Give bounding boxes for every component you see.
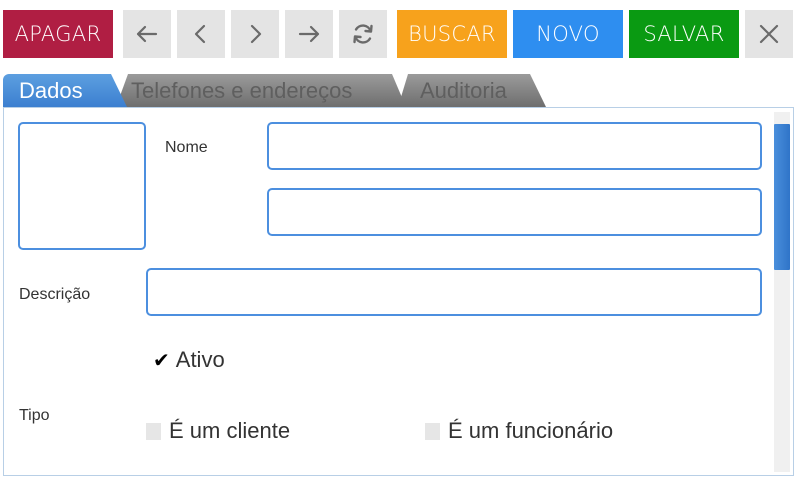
new-button[interactable]: NOVO (513, 10, 623, 58)
toolbar: APAGAR BUSCAR NOVO SALVAR (0, 0, 799, 70)
photo-box[interactable] (18, 122, 146, 250)
tab-auditoria-label: Auditoria (420, 77, 507, 103)
chevron-right-icon (250, 24, 262, 44)
first-record-button[interactable] (123, 10, 171, 58)
scrollbar-thumb[interactable] (774, 124, 790, 270)
delete-button[interactable]: APAGAR (3, 10, 113, 58)
employee-checkbox[interactable]: É um funcionário (425, 418, 613, 444)
search-button-label: BUSCAR (408, 22, 496, 46)
name-label: Nome (165, 139, 208, 156)
delete-button-label: APAGAR (14, 22, 102, 46)
close-icon (759, 24, 779, 44)
name-secondary-field[interactable] (267, 188, 762, 236)
client-checkbox-box (146, 422, 161, 440)
check-icon: ✔ (153, 349, 170, 372)
tab-auditoria[interactable]: Auditoria (398, 74, 546, 107)
previous-record-button[interactable] (177, 10, 225, 58)
client-checkbox[interactable]: É um cliente (146, 418, 290, 444)
tab-telefones-enderecos-label: Telefones e endereços (131, 77, 353, 103)
refresh-icon (353, 24, 373, 44)
client-label: É um cliente (169, 418, 291, 443)
search-button[interactable]: BUSCAR (397, 10, 507, 58)
active-label: Ativo (175, 347, 225, 372)
vertical-scrollbar[interactable] (774, 112, 790, 472)
active-checkbox[interactable]: ✔ Ativo (153, 347, 225, 373)
new-button-label: NOVO (536, 22, 600, 46)
close-button[interactable] (745, 10, 793, 58)
tab-bar: Auditoria Telefones e endereços Dados (0, 74, 799, 108)
type-label: Tipo (19, 407, 50, 424)
next-record-button[interactable] (231, 10, 279, 58)
save-button[interactable]: SALVAR (629, 10, 739, 58)
chevron-left-icon (194, 24, 206, 44)
arrow-right-icon (298, 25, 320, 43)
refresh-button[interactable] (339, 10, 387, 58)
tab-dados[interactable]: Dados (3, 74, 127, 107)
employee-checkbox-box (425, 422, 440, 440)
name-field[interactable] (267, 122, 762, 170)
description-field[interactable] (146, 268, 762, 316)
tab-dados-label: Dados (19, 77, 83, 103)
save-button-label: SALVAR (643, 22, 725, 46)
description-label: Descrição (19, 286, 91, 303)
employee-label: É um funcionário (448, 418, 614, 443)
last-record-button[interactable] (285, 10, 333, 58)
tab-telefones-enderecos[interactable]: Telefones e endereços (116, 74, 406, 107)
arrow-left-icon (136, 25, 158, 43)
